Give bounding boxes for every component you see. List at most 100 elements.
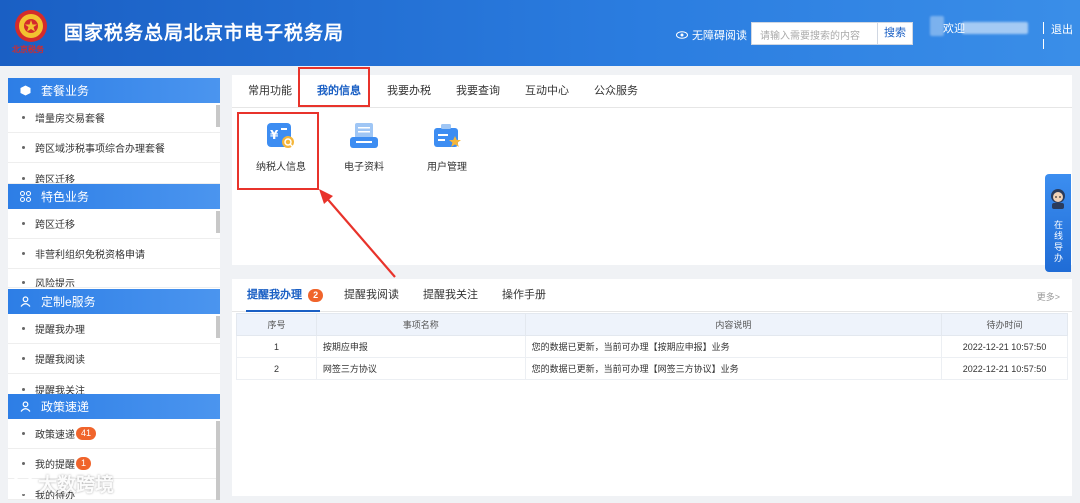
user-avatar-blurred bbox=[930, 16, 944, 36]
tab-highlight-box bbox=[298, 67, 370, 107]
online-guide-button[interactable]: 在线导办 bbox=[1045, 174, 1071, 272]
tab-public-service[interactable]: 公众服务 bbox=[594, 75, 638, 108]
table-row[interactable]: 2 网签三方协议 您的数据已更新，当前可办理【网签三方协议】业务 2022-12… bbox=[236, 357, 1068, 380]
header-divider bbox=[1043, 39, 1044, 49]
sidebar-section-title: 特色业务 bbox=[41, 190, 90, 204]
watermark: 大数跨境 bbox=[12, 470, 114, 497]
sidebar-section-header[interactable]: 套餐业务 bbox=[8, 78, 220, 103]
cube-icon bbox=[20, 85, 31, 96]
robot-avatar-icon bbox=[1051, 189, 1065, 209]
user-management-icon bbox=[434, 124, 461, 147]
column-header: 待办时间 bbox=[941, 313, 1068, 336]
sidebar-item[interactable]: 风险提示 bbox=[8, 269, 220, 288]
column-header: 序号 bbox=[236, 313, 317, 336]
cell-item-name[interactable]: 按期应申报 bbox=[315, 335, 526, 358]
function-label: 电子资料 bbox=[344, 162, 384, 173]
tab-common[interactable]: 常用功能 bbox=[248, 75, 292, 108]
sidebar-section-title: 政策速递 bbox=[41, 400, 90, 414]
grid-icon bbox=[20, 191, 31, 202]
cell-time: 2022-12-21 10:57:50 bbox=[941, 335, 1068, 358]
function-user-management[interactable]: 用户管理 bbox=[412, 120, 482, 173]
annotation-arrow bbox=[319, 189, 396, 278]
count-badge: 1 bbox=[76, 457, 92, 470]
more-link[interactable]: 更多> bbox=[1037, 290, 1060, 303]
sidebar-item[interactable]: 提醒我办理 bbox=[8, 314, 220, 344]
accessibility-link[interactable]: 无障碍阅读 bbox=[676, 27, 747, 43]
reminder-tabs: 提醒我办理 2 提醒我阅读 提醒我关注 操作手册 更多> bbox=[232, 279, 1072, 312]
cell-description: 您的数据已更新，当前可办理【网签三方协议】业务 bbox=[524, 357, 943, 380]
sidebar-item[interactable]: 提醒我关注 bbox=[8, 374, 220, 395]
function-electronic-data[interactable]: 电子资料 bbox=[329, 120, 399, 173]
table-row[interactable]: 1 按期应申报 您的数据已更新，当前可办理【按期应申报】业务 2022-12-2… bbox=[236, 335, 1068, 358]
cell-time: 2022-12-21 10:57:50 bbox=[941, 357, 1068, 380]
sidebar-scrollbar[interactable] bbox=[216, 105, 220, 127]
bullet-icon bbox=[22, 432, 25, 435]
sidebar-item-label: 提醒我阅读 bbox=[35, 355, 85, 366]
tab-remind-follow[interactable]: 提醒我关注 bbox=[423, 279, 478, 312]
user-name-blurred bbox=[962, 22, 1028, 34]
sidebar-item[interactable]: 提醒我阅读 bbox=[8, 344, 220, 374]
emblem-caption: 北京税务 bbox=[12, 45, 44, 54]
column-header: 事项名称 bbox=[315, 313, 526, 336]
sidebar-item[interactable]: 增量房交易套餐 bbox=[8, 103, 220, 133]
table-header-row: 序号 事项名称 内容说明 待办时间 bbox=[236, 313, 1068, 336]
header-divider bbox=[1043, 22, 1044, 34]
sidebar-section-custom-service: 定制e服务 提醒我办理 提醒我阅读 提醒我关注 bbox=[8, 289, 220, 395]
sidebar-section-header[interactable]: 政策速递 bbox=[8, 394, 220, 419]
sidebar-section-title: 定制e服务 bbox=[41, 295, 96, 309]
tab-manual[interactable]: 操作手册 bbox=[502, 279, 546, 312]
sidebar-item-label: 政策速递 bbox=[35, 430, 75, 441]
sidebar-item[interactable]: 跨区迁移 bbox=[8, 209, 220, 239]
bullet-icon bbox=[22, 281, 25, 284]
reminder-table: 序号 事项名称 内容说明 待办时间 1 按期应申报 您的数据已更新，当前可办理【… bbox=[236, 313, 1068, 380]
search-input[interactable]: 请输入需要搜索的内容 bbox=[751, 22, 878, 45]
sidebar-scrollbar[interactable] bbox=[216, 211, 220, 233]
sidebar-item[interactable]: 跨区迁移 bbox=[8, 163, 220, 184]
sidebar-item[interactable]: 政策速递 41 bbox=[8, 419, 220, 449]
sidebar-scrollbar[interactable] bbox=[216, 421, 220, 500]
sidebar-item-label: 提醒我办理 bbox=[35, 325, 85, 336]
cell-index: 1 bbox=[236, 335, 317, 358]
search-button[interactable]: 搜索 bbox=[877, 22, 913, 45]
online-guide-label: 在线导办 bbox=[1053, 220, 1063, 264]
sidebar-section-header[interactable]: 特色业务 bbox=[8, 184, 220, 209]
bullet-icon bbox=[22, 177, 25, 180]
tab-remind-read[interactable]: 提醒我阅读 bbox=[344, 279, 399, 312]
bullet-icon bbox=[22, 252, 25, 255]
site-title: 国家税务总局北京市电子税务局 bbox=[64, 23, 345, 44]
accessibility-label: 无障碍阅读 bbox=[692, 30, 747, 42]
sidebar-section-title: 套餐业务 bbox=[41, 84, 90, 98]
sidebar-item-label: 风险提示 bbox=[35, 279, 75, 288]
sidebar-item-label: 跨区迁移 bbox=[35, 220, 75, 231]
sidebar-scrollbar[interactable] bbox=[216, 316, 220, 338]
header: 北京税务 国家税务总局北京市电子税务局 无障碍阅读 请输入需要搜索的内容 搜索 … bbox=[0, 0, 1080, 66]
logout-link[interactable]: 退出 bbox=[1051, 21, 1073, 37]
tab-remind-handle[interactable]: 提醒我办理 2 bbox=[247, 279, 324, 312]
sidebar-item[interactable]: 跨区域涉税事项综合办理套餐 bbox=[8, 133, 220, 163]
user-icon bbox=[20, 296, 31, 307]
sidebar: 套餐业务 增量房交易套餐 跨区域涉税事项综合办理套餐 跨区迁移 特色业务 跨区迁… bbox=[8, 78, 220, 500]
reminders-panel: 提醒我办理 2 提醒我阅读 提醒我关注 操作手册 更多> 序号 事项名称 内容说… bbox=[232, 279, 1072, 496]
user-icon bbox=[20, 401, 31, 412]
count-badge: 2 bbox=[308, 289, 324, 302]
bullet-icon bbox=[22, 327, 25, 330]
bullet-icon bbox=[22, 357, 25, 360]
sidebar-item-label: 增量房交易套餐 bbox=[35, 114, 105, 125]
cell-item-name[interactable]: 网签三方协议 bbox=[315, 357, 526, 380]
sidebar-section-featured: 特色业务 跨区迁移 非营利组织免税资格申请 风险提示 bbox=[8, 184, 220, 288]
sidebar-item-label: 跨区域涉税事项综合办理套餐 bbox=[35, 144, 165, 155]
tab-label: 提醒我办理 bbox=[247, 289, 302, 301]
tab-query[interactable]: 我要查询 bbox=[456, 75, 500, 108]
sidebar-item-label: 我的提醒 bbox=[35, 460, 75, 471]
sidebar-item-label: 非营利组织免税资格申请 bbox=[35, 250, 145, 261]
bullet-icon bbox=[22, 222, 25, 225]
tab-interaction[interactable]: 互动中心 bbox=[525, 75, 569, 108]
bullet-icon bbox=[22, 462, 25, 465]
sidebar-section-header[interactable]: 定制e服务 bbox=[8, 289, 220, 314]
functions-panel: 常用功能 我的信息 我要办税 我要查询 互动中心 公众服务 ¥ 纳税人信息 电子… bbox=[232, 67, 1072, 278]
sidebar-item[interactable]: 非营利组织免税资格申请 bbox=[8, 239, 220, 269]
cell-index: 2 bbox=[236, 357, 317, 380]
tab-tax-handling[interactable]: 我要办税 bbox=[387, 75, 431, 108]
bullet-icon bbox=[22, 146, 25, 149]
eye-icon bbox=[676, 31, 688, 39]
